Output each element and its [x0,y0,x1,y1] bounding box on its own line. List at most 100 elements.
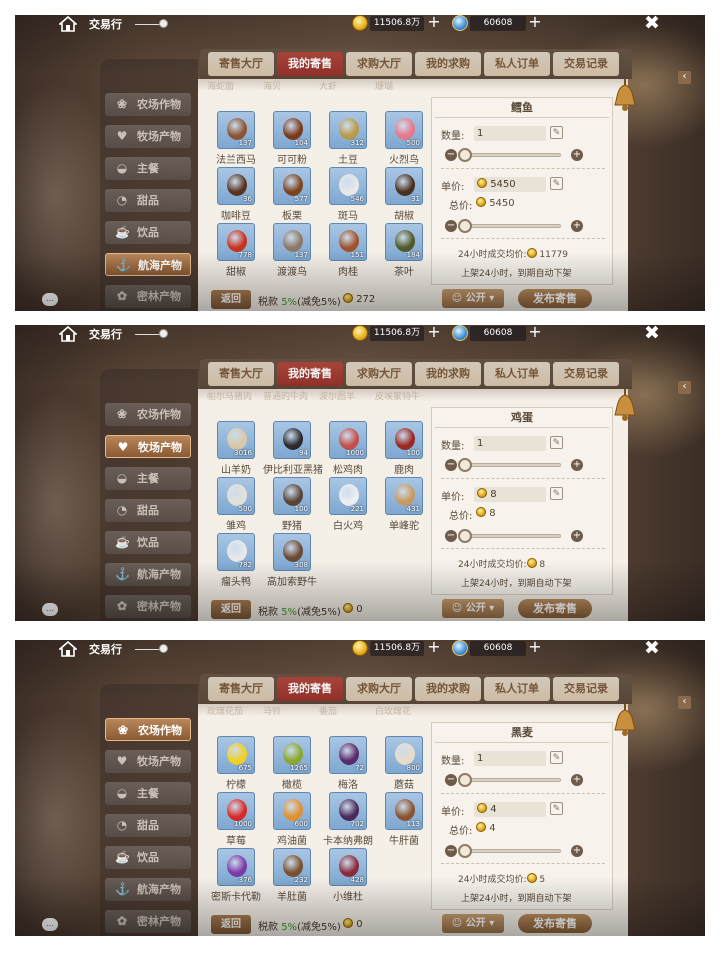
category-3[interactable]: ◔ 甜品 [105,189,191,212]
back-button[interactable]: 返回 [211,290,251,309]
home-icon[interactable] [57,640,79,657]
back-button[interactable]: 返回 [211,600,251,619]
collapse-icon[interactable]: ‹ [678,71,691,84]
tab-3[interactable]: 我的求购 [415,677,481,701]
edit-icon[interactable]: ✎ [550,177,563,190]
category-0[interactable]: ❀ 农场作物 [105,93,191,116]
category-2[interactable]: ◒ 主餐 [105,782,191,805]
unit-price-input[interactable]: 5450 [474,177,546,192]
category-1[interactable]: ♥ 牧场产物 [105,125,191,148]
tab-0[interactable]: 寄售大厅 [208,362,274,386]
tab-4[interactable]: 私人订单 [484,677,550,701]
collapse-icon[interactable]: ‹ [678,696,691,709]
add-gold-button[interactable]: + [528,325,542,341]
visibility-dropdown[interactable]: ☺ 公开 ▾ [442,914,504,933]
publish-button[interactable]: 发布寄售 [518,289,592,308]
price-plus-button[interactable]: + [571,845,583,857]
price-slider[interactable] [461,534,561,538]
tab-4[interactable]: 私人订单 [484,362,550,386]
add-gold-button[interactable]: + [528,15,542,31]
quantity-slider[interactable] [461,153,561,157]
category-1[interactable]: ♥ 牧场产物 [105,750,191,773]
category-5[interactable]: ⚓ 航海产物 [105,253,191,276]
quantity-minus-button[interactable]: − [445,149,457,161]
close-icon[interactable]: ✖ [643,15,661,33]
price-slider-knob[interactable] [458,844,472,858]
home-icon[interactable] [57,15,79,32]
edit-icon[interactable]: ✎ [550,436,563,449]
category-4[interactable]: ☕ 饮品 [105,531,191,554]
quantity-minus-button[interactable]: − [445,774,457,786]
chat-icon[interactable]: … [42,918,58,931]
quantity-plus-button[interactable]: + [571,774,583,786]
category-2[interactable]: ◒ 主餐 [105,157,191,180]
visibility-dropdown[interactable]: ☺ 公开 ▾ [442,599,504,618]
quantity-plus-button[interactable]: + [571,149,583,161]
add-gold-button[interactable]: + [528,640,542,656]
unit-price-input[interactable]: 8 [474,487,546,502]
home-icon[interactable] [57,325,79,342]
tab-3[interactable]: 我的求购 [415,52,481,76]
tab-0[interactable]: 寄售大厅 [208,52,274,76]
tab-1[interactable]: 我的寄售 [277,677,343,701]
quantity-input[interactable]: 1 [474,436,546,451]
price-slider-knob[interactable] [458,219,472,233]
chat-icon[interactable]: … [42,293,58,306]
category-5[interactable]: ⚓ 航海产物 [105,563,191,586]
category-0[interactable]: ❀ 农场作物 [105,403,191,426]
edit-icon[interactable]: ✎ [550,487,563,500]
quantity-plus-button[interactable]: + [571,459,583,471]
progress-dot-icon[interactable] [159,19,168,28]
tab-4[interactable]: 私人订单 [484,52,550,76]
quantity-slider[interactable] [461,778,561,782]
price-slider-knob[interactable] [458,529,472,543]
category-0[interactable]: ❀ 农场作物 [105,718,191,741]
tab-1[interactable]: 我的寄售 [277,52,343,76]
price-plus-button[interactable]: + [571,220,583,232]
unit-price-input[interactable]: 4 [474,802,546,817]
close-icon[interactable]: ✖ [643,325,661,343]
category-6[interactable]: ✿ 密林产物 [105,910,191,933]
category-5[interactable]: ⚓ 航海产物 [105,878,191,901]
edit-icon[interactable]: ✎ [550,751,563,764]
quantity-minus-button[interactable]: − [445,459,457,471]
quantity-input[interactable]: 1 [474,126,546,141]
edit-icon[interactable]: ✎ [550,126,563,139]
edit-icon[interactable]: ✎ [550,802,563,815]
price-plus-button[interactable]: + [571,530,583,542]
add-silver-button[interactable]: + [427,325,441,341]
quantity-slider-knob[interactable] [458,148,472,162]
tab-2[interactable]: 求购大厅 [346,677,412,701]
add-silver-button[interactable]: + [427,640,441,656]
back-button[interactable]: 返回 [211,915,251,934]
tab-5[interactable]: 交易记录 [553,362,619,386]
quantity-slider-knob[interactable] [458,773,472,787]
tab-3[interactable]: 我的求购 [415,362,481,386]
progress-dot-icon[interactable] [159,644,168,653]
price-slider[interactable] [461,224,561,228]
quantity-input[interactable]: 1 [474,751,546,766]
price-minus-button[interactable]: − [445,845,457,857]
category-6[interactable]: ✿ 密林产物 [105,595,191,618]
category-1[interactable]: ♥ 牧场产物 [105,435,191,458]
tab-5[interactable]: 交易记录 [553,52,619,76]
collapse-icon[interactable]: ‹ [678,381,691,394]
price-slider[interactable] [461,849,561,853]
chat-icon[interactable]: … [42,603,58,616]
add-silver-button[interactable]: + [427,15,441,31]
quantity-slider-knob[interactable] [458,458,472,472]
publish-button[interactable]: 发布寄售 [518,599,592,618]
category-3[interactable]: ◔ 甜品 [105,814,191,837]
category-3[interactable]: ◔ 甜品 [105,499,191,522]
tab-5[interactable]: 交易记录 [553,677,619,701]
publish-button[interactable]: 发布寄售 [518,914,592,933]
progress-dot-icon[interactable] [159,329,168,338]
tab-1[interactable]: 我的寄售 [277,362,343,386]
category-2[interactable]: ◒ 主餐 [105,467,191,490]
price-minus-button[interactable]: − [445,220,457,232]
category-4[interactable]: ☕ 饮品 [105,221,191,244]
quantity-slider[interactable] [461,463,561,467]
category-4[interactable]: ☕ 饮品 [105,846,191,869]
tab-2[interactable]: 求购大厅 [346,362,412,386]
visibility-dropdown[interactable]: ☺ 公开 ▾ [442,289,504,308]
